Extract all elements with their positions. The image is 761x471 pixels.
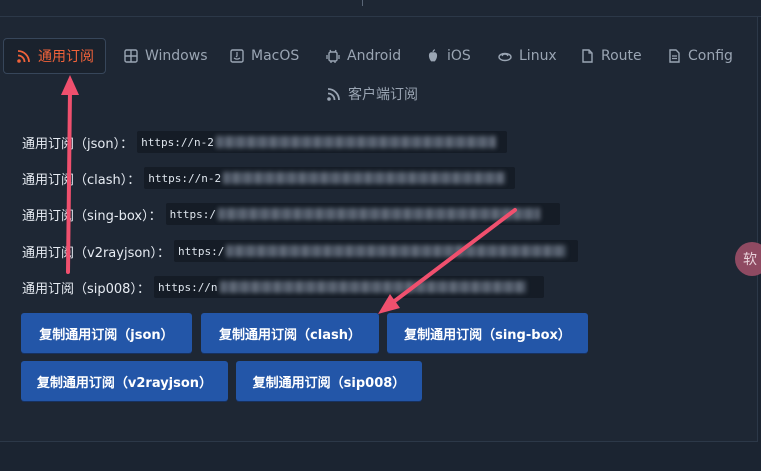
- tab-label: Linux: [519, 48, 557, 64]
- tab-label: Android: [347, 48, 402, 64]
- tab-label: Config: [688, 48, 733, 64]
- copy-sing-box-button[interactable]: 复制通用订阅（sing-box）: [387, 313, 588, 353]
- subscription-row-sing-box: 通用订阅（sing-box）： https:/: [22, 203, 560, 225]
- copy-json-button[interactable]: 复制通用订阅（json）: [21, 313, 192, 353]
- top-strip: [0, 0, 761, 17]
- subscription-row-v2rayjson: 通用订阅（v2rayjson）： https:/: [22, 240, 579, 262]
- config-icon: [669, 49, 680, 63]
- tab-label: 客户端订阅: [348, 87, 418, 103]
- floating-helper-bubble[interactable]: 软: [735, 242, 761, 276]
- tab-label: iOS: [447, 48, 471, 64]
- bubble-text: 软: [743, 252, 757, 268]
- button-label: 复制通用订阅（sip008）: [252, 375, 406, 391]
- button-label: 复制通用订阅（clash）: [219, 327, 361, 343]
- tab-windows[interactable]: Windows: [123, 38, 208, 74]
- url-prefix: https://n-2: [148, 171, 222, 185]
- tab-label: MacOS: [251, 48, 300, 64]
- copy-v2rayjson-button[interactable]: 复制通用订阅（v2rayjson）: [21, 361, 228, 401]
- route-icon: [582, 49, 593, 63]
- top-divider-mark: [362, 0, 363, 6]
- button-label: 复制通用订阅（v2rayjson）: [36, 375, 213, 391]
- subscription-url[interactable]: https://n-2: [137, 131, 508, 153]
- android-icon: [326, 49, 340, 63]
- url-redacted: [219, 281, 526, 293]
- apple-icon: [428, 49, 438, 62]
- bottom-strip: [0, 442, 761, 471]
- subscription-url[interactable]: https://n: [153, 276, 544, 298]
- copy-clash-button[interactable]: 复制通用订阅（clash）: [201, 313, 379, 353]
- url-redacted: [215, 136, 496, 148]
- subscription-label: 通用订阅（json）：: [22, 136, 134, 152]
- subscription-url[interactable]: https://n-2: [144, 167, 516, 189]
- tab-label: Route: [601, 48, 642, 64]
- linux-icon: [498, 52, 512, 62]
- url-prefix: https://n-2: [141, 135, 214, 149]
- url-redacted: [223, 172, 506, 184]
- rss-icon: [327, 88, 340, 101]
- windows-icon: [124, 49, 138, 63]
- url-redacted: [217, 208, 540, 220]
- tab-route[interactable]: Route: [579, 38, 642, 74]
- tab-macos[interactable]: MacOS: [229, 38, 299, 74]
- url-prefix: https:/: [178, 244, 225, 258]
- subscription-url[interactable]: https:/: [174, 240, 579, 262]
- subscription-row-json: 通用订阅（json）： https://n-2: [22, 131, 508, 153]
- rss-icon: [17, 50, 30, 63]
- subscription-label: 通用订阅（v2rayjson）：: [22, 245, 171, 261]
- url-redacted: [226, 245, 567, 257]
- button-label: 复制通用订阅（sing-box）: [404, 327, 571, 343]
- tab-linux[interactable]: Linux: [497, 38, 557, 74]
- tab-label: 通用订阅: [38, 49, 94, 65]
- subscription-label: 通用订阅（sip008）：: [22, 281, 150, 297]
- subscription-row-sip008: 通用订阅（sip008）： https://n: [22, 276, 544, 298]
- subscription-url[interactable]: https:/: [165, 203, 560, 225]
- copy-sip008-button[interactable]: 复制通用订阅（sip008）: [236, 361, 422, 401]
- tab-general-subscription[interactable]: 通用订阅: [3, 38, 106, 74]
- subscription-label: 通用订阅（sing-box）：: [22, 208, 162, 224]
- subscription-row-clash: 通用订阅（clash）： https://n-2: [22, 167, 516, 189]
- subscription-label: 通用订阅（clash）：: [22, 172, 141, 188]
- tab-label: Windows: [145, 48, 208, 64]
- tab-config[interactable]: Config: [666, 38, 733, 74]
- url-prefix: https://n: [157, 280, 218, 294]
- button-label: 复制通用订阅（json）: [39, 327, 174, 343]
- macos-icon: [230, 49, 244, 63]
- tab-android[interactable]: Android: [325, 38, 401, 74]
- tab-ios[interactable]: iOS: [425, 38, 471, 74]
- url-prefix: https:/: [169, 207, 216, 221]
- platform-tabs: 通用订阅 Windows MacOS Android iOS Linux Rou…: [0, 38, 757, 112]
- tab-client-subscription[interactable]: 客户端订阅: [326, 76, 418, 112]
